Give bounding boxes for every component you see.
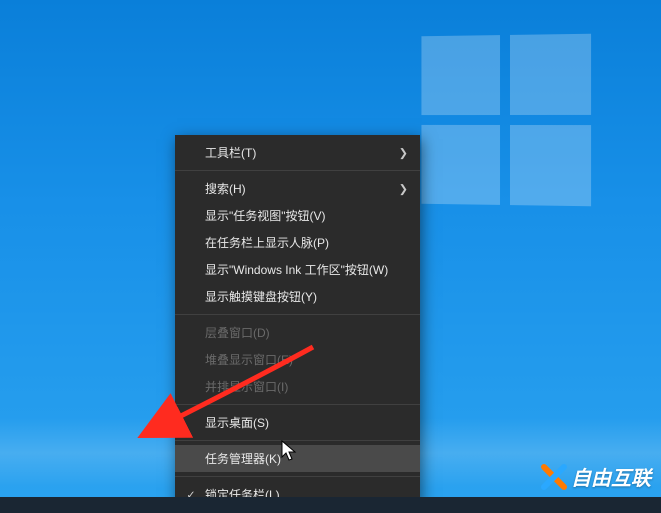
menu-item-label: 任务管理器(K) [205, 450, 281, 467]
menu-item-task-manager[interactable]: 任务管理器(K) [175, 445, 420, 472]
menu-item-label: 堆叠显示窗口(E) [205, 351, 293, 368]
menu-item-label: 工具栏(T) [205, 144, 256, 161]
menu-separator [175, 314, 420, 315]
watermark: 自由互联 [541, 462, 651, 491]
taskbar[interactable] [0, 497, 661, 513]
menu-separator [175, 404, 420, 405]
submenu-arrow-icon: ❯ [399, 146, 408, 159]
menu-item-show-touch-keyboard[interactable]: 显示触摸键盘按钮(Y) [175, 283, 420, 310]
menu-item-label: 搜索(H) [205, 180, 246, 197]
windows-logo-background [421, 34, 591, 207]
menu-item-show-ink[interactable]: 显示"Windows Ink 工作区"按钮(W) [175, 256, 420, 283]
menu-item-label: 显示触摸键盘按钮(Y) [205, 288, 317, 305]
menu-item-label: 层叠窗口(D) [205, 324, 270, 341]
menu-item-label: 在任务栏上显示人脉(P) [205, 234, 329, 251]
menu-item-show-taskview[interactable]: 显示"任务视图"按钮(V) [175, 202, 420, 229]
menu-item-stack: 堆叠显示窗口(E) [175, 346, 420, 373]
watermark-text: 自由互联 [571, 462, 651, 491]
menu-item-show-people[interactable]: 在任务栏上显示人脉(P) [175, 229, 420, 256]
menu-item-label: 显示"Windows Ink 工作区"按钮(W) [205, 261, 388, 278]
menu-separator [175, 170, 420, 171]
menu-item-label: 并排显示窗口(I) [205, 378, 288, 395]
menu-item-label: 显示"任务视图"按钮(V) [205, 207, 326, 224]
menu-item-show-desktop[interactable]: 显示桌面(S) [175, 409, 420, 436]
submenu-arrow-icon: ❯ [399, 182, 408, 195]
menu-separator [175, 440, 420, 441]
taskbar-context-menu: 工具栏(T) ❯ 搜索(H) ❯ 显示"任务视图"按钮(V) 在任务栏上显示人脉… [175, 135, 420, 513]
menu-item-sidebyside: 并排显示窗口(I) [175, 373, 420, 400]
watermark-logo-icon [541, 464, 567, 490]
menu-item-toolbars[interactable]: 工具栏(T) ❯ [175, 139, 420, 166]
menu-item-cascade: 层叠窗口(D) [175, 319, 420, 346]
menu-separator [175, 476, 420, 477]
menu-item-label: 显示桌面(S) [205, 414, 269, 431]
menu-item-search[interactable]: 搜索(H) ❯ [175, 175, 420, 202]
